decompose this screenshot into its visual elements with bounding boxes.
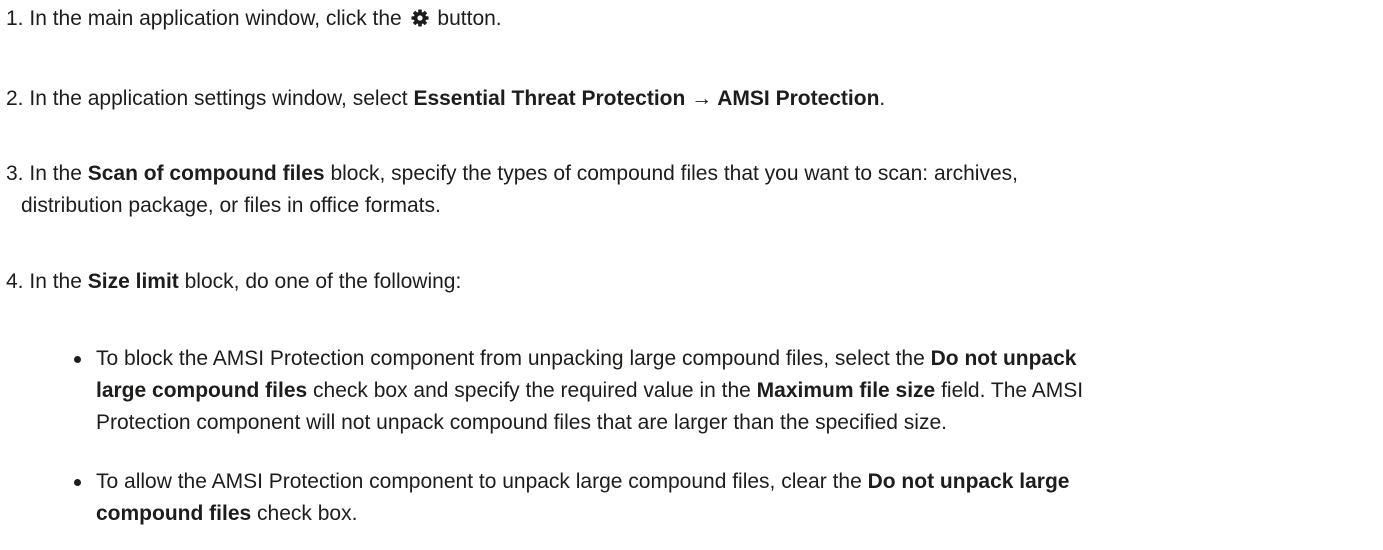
step-2: 2. In the application settings window, s… — [6, 83, 1366, 115]
block-name: Scan of compound files — [87, 162, 325, 185]
step-number: 2. — [6, 87, 24, 110]
step-text: block, do one of the following: — [184, 270, 462, 293]
step-text: button. — [437, 7, 502, 30]
block-name: Size limit — [87, 270, 179, 293]
bullet-text: check box and specify the required value… — [313, 379, 751, 402]
option-name: large compound files — [96, 379, 308, 402]
step-4: 4. In the Size limit block, do one of th… — [6, 266, 1366, 298]
step-text: . — [879, 87, 886, 110]
list-item: To allow the AMSI Protection component t… — [72, 466, 1362, 530]
step-text: In the main application window, click th… — [29, 7, 402, 30]
instructions-document: 1. In the main application window, click… — [0, 0, 1383, 550]
step-3: 3. In the Scan of compound files block, … — [6, 158, 1366, 222]
step-text: block, specify the types of compound fil… — [330, 162, 1018, 185]
step-text: In the application settings window, sele… — [29, 87, 408, 110]
bullet-dot — [74, 356, 81, 363]
bullet-text: To allow the AMSI Protection component t… — [96, 470, 862, 493]
step-text: In the — [29, 162, 82, 185]
bullet-text: Protection component will not unpack com… — [96, 411, 947, 434]
bullet-dot — [74, 479, 81, 486]
step-text: In the — [29, 270, 82, 293]
gear-icon — [410, 6, 430, 27]
option-name: compound files — [96, 502, 252, 525]
field-name: Maximum file size — [756, 379, 936, 402]
bullet-text: To block the AMSI Protection component f… — [96, 347, 925, 370]
option-name: Do not unpack large — [867, 470, 1070, 493]
bullet-text: field. The AMSI — [941, 379, 1084, 402]
settings-path: Essential Threat Protection → AMSI Prote… — [413, 87, 880, 110]
step-number: 1. — [6, 7, 24, 30]
list-item: To block the AMSI Protection component f… — [72, 343, 1362, 439]
option-name: Do not unpack — [930, 347, 1077, 370]
step-1: 1. In the main application window, click… — [6, 3, 1366, 35]
step-number: 4. — [6, 270, 24, 293]
step-number: 3. — [6, 162, 24, 185]
bullet-text: check box. — [257, 502, 358, 525]
step-text: distribution package, or files in office… — [21, 194, 441, 217]
